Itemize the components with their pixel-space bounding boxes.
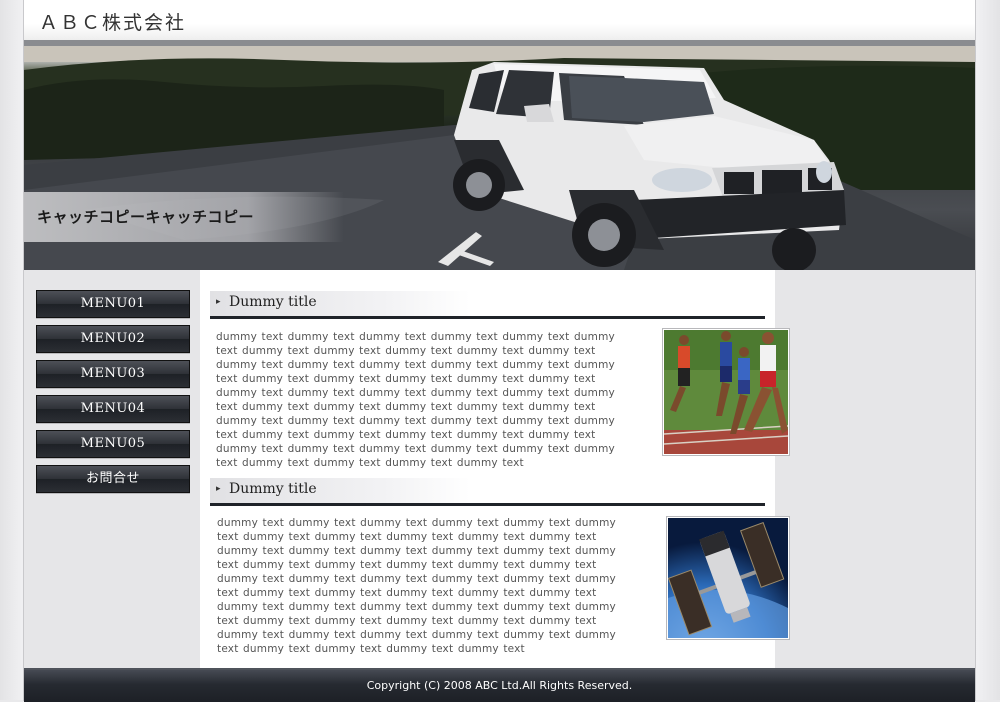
company-logo[interactable]: ＡＢＣ株式会社 [39,8,186,35]
section-body-1: dummy text dummy text dummy text dummy t… [216,331,615,469]
menu-item-02[interactable]: MENU02 [36,325,190,353]
main-content: ▸ Dummy title dummy text dummy text dumm… [200,270,790,668]
site-header: ＡＢＣ株式会社 [24,0,975,40]
satellite-photo [666,516,790,640]
satellite-image [667,518,788,638]
copyright-text: Copyright (C) 2008 ABC Ltd.All Rights Re… [366,679,633,692]
site-wrapper: ＡＢＣ株式会社 キャッチコピーキャッチコピー MENU01 MENU02 MEN… [24,0,975,702]
catch-copy: キャッチコピーキャッチコピー [37,208,255,226]
sidebar-menu: MENU01 MENU02 MENU03 MENU04 MENU05 お問合せ [36,290,190,500]
section-title-text: Dummy title [229,294,317,310]
runners-image [663,330,789,454]
menu-item-05[interactable]: MENU05 [36,430,190,458]
menu-item-04[interactable]: MENU04 [36,395,190,423]
arrow-bullet-icon: ▸ [216,297,221,307]
section-title-2: ▸ Dummy title [210,478,765,506]
hero-banner: キャッチコピーキャッチコピー [24,40,975,270]
section-title-text: Dummy title [229,481,317,497]
section-title-1: ▸ Dummy title [210,291,765,319]
runners-photo [662,328,790,456]
section-body-2: dummy text dummy text dummy text dummy t… [217,517,616,655]
arrow-bullet-icon: ▸ [216,484,221,494]
menu-item-03[interactable]: MENU03 [36,360,190,388]
site-footer: Copyright (C) 2008 ABC Ltd.All Rights Re… [24,668,975,702]
menu-item-contact[interactable]: お問合せ [36,465,190,493]
menu-item-01[interactable]: MENU01 [36,290,190,318]
